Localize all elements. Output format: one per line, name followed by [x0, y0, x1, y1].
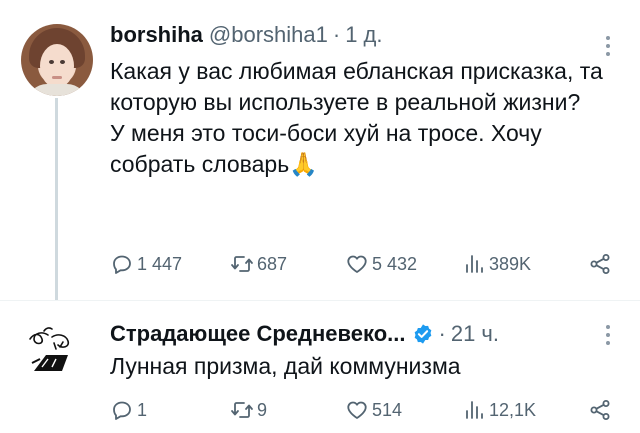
retweet-button[interactable]: 9 [230, 398, 267, 422]
reply-count: 1 447 [137, 253, 183, 274]
author-handle[interactable]: @borshiha1 [209, 22, 328, 48]
author-name[interactable]: borshiha [110, 22, 203, 48]
views-count: 12,1K [489, 399, 537, 420]
share-icon [590, 400, 610, 420]
avatar[interactable] [21, 24, 93, 96]
views-button[interactable]: 389K [462, 252, 531, 276]
views-icon [466, 401, 483, 419]
retweet-icon [231, 256, 253, 272]
retweet-count: 9 [257, 399, 268, 420]
action-bar: 1 447 687 5 432 389K [110, 252, 615, 280]
tweet-text: Лунная призма, дай коммунизма [110, 351, 620, 382]
retweet-count: 687 [257, 253, 288, 274]
share-button[interactable] [588, 252, 612, 276]
timestamp[interactable]: 21 ч. [451, 321, 499, 347]
like-count: 514 [372, 399, 403, 420]
reply-button[interactable]: 1 [110, 398, 147, 422]
separator-dot: · [438, 321, 446, 346]
reply-icon [113, 401, 131, 420]
like-button[interactable]: 5 432 [345, 252, 417, 276]
separator-dot: · [332, 22, 341, 47]
reply-button[interactable]: 1 447 [110, 252, 182, 276]
reply-count: 1 [137, 399, 148, 420]
tweet-text-line: У меня это тоси-боси хуй на тросе. Хочу … [110, 120, 549, 177]
tweet-text: Какая у вас любимая ебланская присказка,… [110, 56, 620, 180]
avatar[interactable] [22, 325, 90, 377]
heart-icon [347, 255, 367, 273]
timestamp[interactable]: 1 д. [345, 22, 382, 48]
tweet-header: borshiha @borshiha1 · 1 д. [110, 22, 383, 48]
more-options-icon[interactable] [606, 325, 612, 349]
tweet[interactable]: borshiha @borshiha1 · 1 д. Какая у вас л… [0, 0, 640, 300]
action-bar: 1 9 514 12,1K [110, 398, 615, 426]
views-button[interactable]: 12,1K [462, 398, 536, 422]
like-count: 5 432 [372, 253, 418, 274]
tweet-header: Страдающее Средневеко... · 21 ч. [110, 319, 499, 347]
verified-badge-icon [414, 324, 431, 344]
views-count: 389K [489, 253, 532, 274]
share-button[interactable] [588, 398, 612, 422]
retweet-icon [231, 402, 253, 418]
views-icon [466, 255, 483, 273]
reply-icon [113, 255, 131, 274]
thread-line [55, 98, 58, 300]
like-button[interactable]: 514 [345, 398, 402, 422]
retweet-button[interactable]: 687 [230, 252, 287, 276]
author-name[interactable]: Страдающее Средневеко... [110, 321, 406, 347]
tweet-text-line: Какая у вас любимая ебланская присказка,… [110, 58, 610, 115]
tweet-text-line: Лунная призма, дай коммунизма [110, 353, 461, 379]
heart-icon [347, 401, 367, 419]
share-icon [590, 254, 610, 274]
